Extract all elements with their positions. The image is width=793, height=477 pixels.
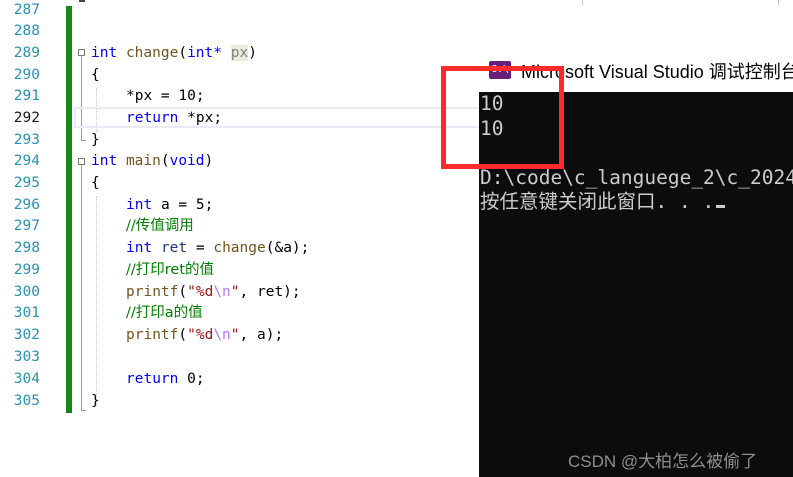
param-name: px — [230, 45, 249, 61]
code-text: = — [187, 240, 214, 256]
code-line-295: { — [91, 175, 100, 191]
keyword: int — [126, 240, 153, 256]
line-number: 302 — [13, 327, 40, 343]
line-number: 295 — [13, 175, 40, 191]
line-number-current: 292 — [13, 110, 40, 126]
collapse-toggle[interactable] — [78, 49, 85, 56]
string: "%d — [187, 284, 214, 300]
function-name: change — [213, 240, 266, 256]
code-line-304: return 0; — [126, 369, 205, 391]
line-number: 304 — [13, 371, 40, 387]
keyword: return — [126, 110, 179, 126]
escape-sequence: \n — [213, 327, 231, 343]
param-type: int* — [187, 45, 222, 61]
code-line-299: //打印ret的值 — [126, 262, 215, 278]
console-line: 按任意键关闭此窗口. . . — [480, 190, 726, 214]
line-number: 297 — [13, 218, 40, 234]
paren: ( — [178, 284, 188, 300]
line-number: 293 — [13, 132, 40, 148]
line-number: 303 — [13, 349, 40, 365]
string: "%d — [187, 327, 214, 343]
code-line-302: printf("%d\n", a); — [126, 325, 283, 347]
strip-mark — [79, 0, 85, 2]
code-line-298: int ret = change(&a); — [126, 238, 309, 260]
code-text: (&a); — [265, 240, 310, 256]
function-name: change — [125, 45, 179, 61]
escape-sequence: \n — [213, 284, 231, 300]
code-line-296: int a = 5; — [126, 195, 213, 217]
watermark: CSDN @大柏怎么被偷了 — [568, 452, 758, 471]
paren: ) — [204, 153, 214, 169]
line-number: 287 — [13, 2, 40, 18]
code-line-297: //传值调用 — [126, 218, 194, 234]
collapse-toggle[interactable] — [78, 158, 85, 165]
function-name: printf — [126, 327, 179, 343]
string: " — [230, 284, 240, 300]
line-number: 299 — [13, 262, 40, 278]
code-line-301: //打印a的值 — [126, 305, 203, 321]
line-number: 305 — [13, 393, 40, 409]
code-text: *px; — [187, 110, 223, 126]
code-line-289: int change(int* px) — [91, 43, 257, 65]
line-number: 290 — [13, 67, 40, 83]
editor-top-strip — [0, 0, 793, 6]
code-line-293: } — [91, 132, 100, 148]
code-line-291: *px = 10; — [126, 88, 205, 104]
line-number: 294 — [13, 153, 40, 169]
annotation-highlight-box — [441, 66, 564, 169]
string: " — [230, 327, 240, 343]
line-number: 288 — [13, 23, 40, 39]
change-tracking-bar — [66, 6, 72, 413]
line-number-gutter: 287 288 289 290 291 292 293 294 295 296 … — [0, 0, 52, 477]
keyword: int — [126, 197, 153, 213]
console-prompt-text: 按任意键关闭此窗口. . . — [480, 190, 715, 213]
function-name: printf — [126, 284, 179, 300]
text-cursor — [716, 205, 726, 208]
function-name: main — [125, 153, 161, 169]
keyword: return — [126, 371, 179, 387]
line-number: 298 — [13, 240, 40, 256]
outline-end — [81, 140, 86, 141]
outline-line — [81, 165, 82, 410]
line-number: 296 — [13, 197, 40, 213]
line-number: 291 — [13, 88, 40, 104]
variable: ret — [160, 240, 188, 256]
paren: ( — [178, 327, 188, 343]
indent-guide — [96, 196, 97, 406]
code-line-290: { — [91, 67, 100, 83]
paren: ( — [178, 45, 188, 61]
code-text: 0; — [187, 371, 205, 387]
code-line-294: int main(void) — [91, 151, 213, 173]
code-line-305: } — [91, 393, 100, 409]
code-line-300: printf("%d\n", ret); — [126, 282, 301, 304]
console-line: D:\code\c_languege_2\c_2024 — [480, 166, 793, 189]
code-line-292: return *px; — [126, 108, 222, 130]
line-number: 289 — [13, 45, 40, 61]
keyword: int — [91, 45, 118, 61]
paren: ( — [160, 153, 170, 169]
paren: ) — [248, 45, 257, 61]
param-type: void — [169, 153, 205, 169]
line-number: 301 — [13, 305, 40, 321]
line-number: 300 — [13, 284, 40, 300]
keyword: int — [91, 153, 118, 169]
outline-end — [81, 410, 86, 411]
code-text: , ret); — [239, 284, 301, 300]
code-text: , a); — [239, 327, 284, 343]
code-text: a = 5; — [160, 197, 214, 213]
strip-divider — [582, 0, 583, 5]
strip-divider — [778, 0, 779, 5]
